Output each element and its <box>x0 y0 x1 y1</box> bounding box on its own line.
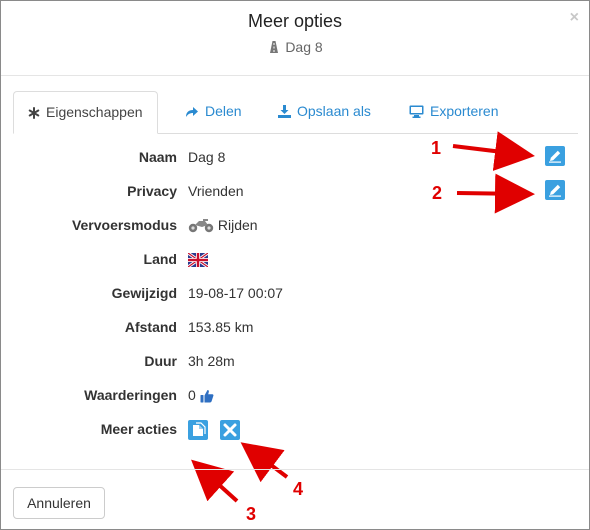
cancel-button[interactable]: Annuleren <box>13 487 105 519</box>
modal-footer: Annuleren <box>1 469 589 530</box>
annotation-arrows <box>191 131 535 503</box>
arrow-2 <box>456 173 535 214</box>
annotation-2: 2 <box>432 183 443 203</box>
arrow-1 <box>452 131 535 171</box>
options-modal: Meer opties Dag 8 × Eigenschappen Delen … <box>0 0 590 530</box>
annotation-1: 1 <box>431 138 442 158</box>
